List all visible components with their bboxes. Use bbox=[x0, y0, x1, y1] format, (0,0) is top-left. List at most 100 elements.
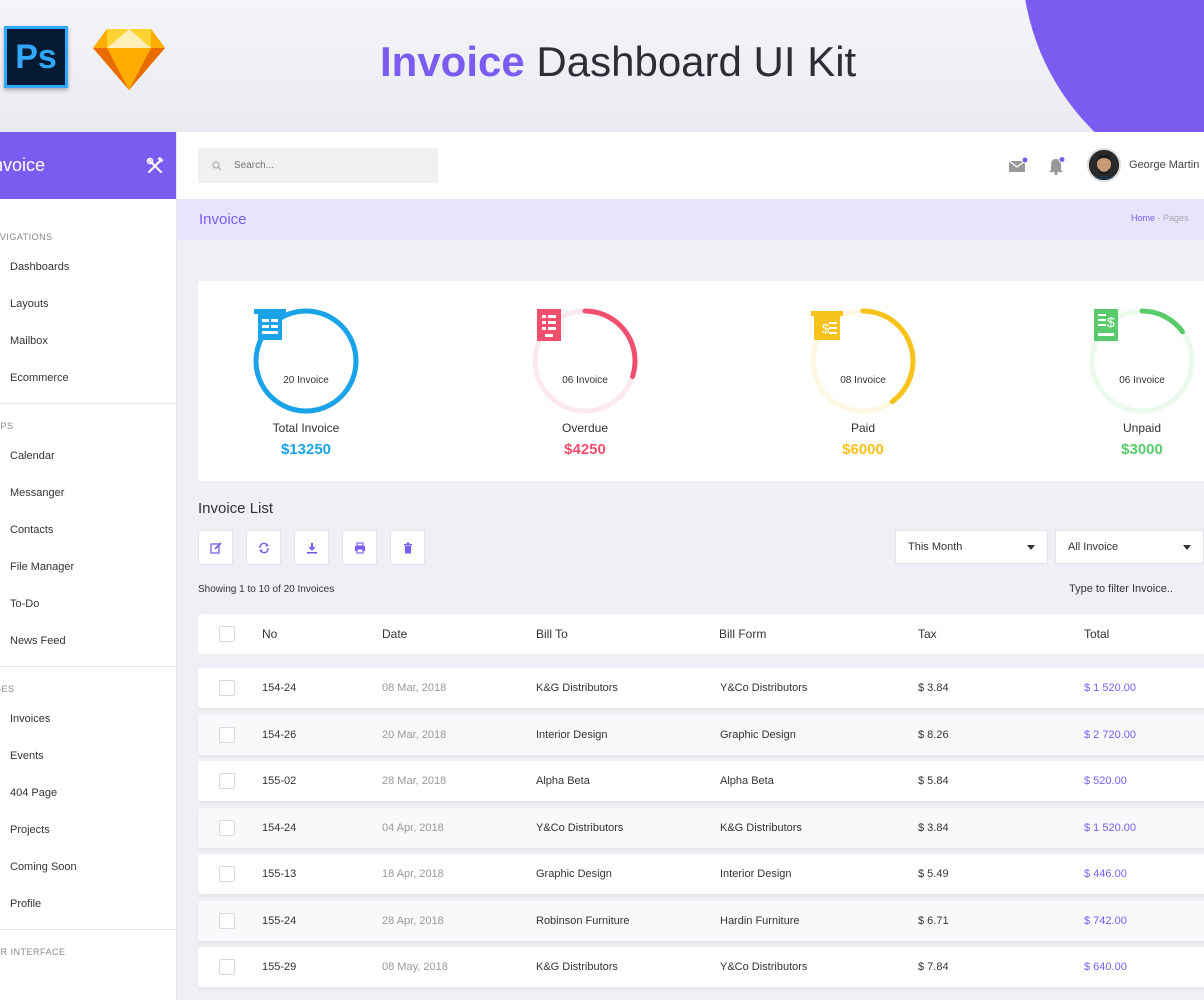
sidebar-item[interactable]: Layouts bbox=[0, 286, 176, 323]
sidebar-item[interactable]: Ecommerce bbox=[0, 360, 176, 397]
download-button[interactable] bbox=[294, 530, 329, 565]
cell-date: 04 Apr, 2018 bbox=[382, 821, 444, 834]
cell-bill-form: Alpha Beta bbox=[720, 775, 774, 787]
period-select[interactable]: This Month bbox=[895, 530, 1048, 564]
sidebar-item[interactable]: Projects bbox=[0, 812, 176, 849]
sidebar-item[interactable]: Coming Soon bbox=[0, 849, 176, 886]
banner-title-rest: Dashboard UI Kit bbox=[536, 38, 857, 85]
refresh-icon bbox=[258, 542, 269, 553]
page-header: Invoice Home - Pages bbox=[177, 199, 1204, 240]
sidebar-brand[interactable]: nvoice bbox=[0, 155, 45, 176]
cell-date: 20 Mar, 2018 bbox=[382, 728, 447, 741]
cell-bill-form: K&G Distributors bbox=[720, 821, 802, 834]
stat-paid: $08 Invoice Paid $6000 bbox=[783, 307, 943, 458]
table-row[interactable]: 155-29 08 May, 2018 K&G Distributors Y&Co D… bbox=[198, 947, 1204, 987]
cell-bill-to: Robinson Furniture bbox=[536, 914, 630, 927]
sidebar-item[interactable]: Calendar bbox=[0, 438, 176, 475]
progress-ring: 06 Invoice bbox=[531, 307, 639, 415]
bell-icon[interactable] bbox=[1047, 156, 1067, 176]
column-header-no[interactable]: No bbox=[262, 627, 277, 641]
sidebar-header: nvoice bbox=[0, 132, 176, 199]
document-icon bbox=[537, 309, 561, 341]
edit-button[interactable] bbox=[198, 530, 233, 565]
sidebar-item[interactable]: Events bbox=[0, 738, 176, 775]
column-header-bill-form[interactable]: Bill Form bbox=[719, 627, 766, 641]
row-checkbox[interactable] bbox=[219, 866, 235, 882]
row-checkbox[interactable] bbox=[219, 912, 235, 929]
sidebar-item[interactable]: Invoices bbox=[0, 701, 176, 738]
cell-total: $ 520.00 bbox=[1084, 775, 1127, 787]
photoshop-logo: Ps bbox=[4, 26, 68, 88]
table-header: No Date Bill To Bill Form Tax Total bbox=[198, 614, 1204, 654]
cell-bill-to: K&G Distributors bbox=[536, 682, 618, 694]
cell-total: $ 446.00 bbox=[1084, 868, 1127, 880]
table-row[interactable]: 154-24 04 Apr, 2018 Y&Co Distributors K&G D… bbox=[198, 807, 1204, 848]
table-row[interactable]: 154-26 20 Mar, 2018 Interior Design Graphic… bbox=[198, 714, 1204, 755]
table-row[interactable]: 155-13 18 Apr, 2018 Graphic Design Interior… bbox=[198, 854, 1204, 894]
sidebar-item[interactable]: Profile bbox=[0, 886, 176, 923]
svg-text:$: $ bbox=[822, 321, 830, 336]
sketch-logo bbox=[93, 29, 165, 90]
cell-bill-form: Interior Design bbox=[720, 868, 792, 880]
column-header-tax[interactable]: Tax bbox=[918, 627, 937, 641]
print-button[interactable] bbox=[342, 530, 377, 565]
stat-label: Unpaid bbox=[1122, 421, 1162, 435]
invoice-type-select[interactable]: All Invoice bbox=[1055, 530, 1204, 564]
row-checkbox[interactable] bbox=[219, 773, 235, 789]
cell-tax: $ 3.84 bbox=[918, 682, 949, 694]
banner-decoration bbox=[1022, 0, 1204, 132]
avatar[interactable] bbox=[1087, 148, 1121, 182]
table-row[interactable]: 154-24 08 Mar, 2018 K&G Distributors Y&Co D… bbox=[198, 668, 1204, 708]
row-checkbox[interactable] bbox=[219, 819, 235, 836]
cell-tax: $ 6.71 bbox=[918, 914, 949, 927]
column-header-bill-to[interactable]: Bill To bbox=[536, 627, 568, 641]
download-icon bbox=[306, 542, 317, 554]
cell-bill-to: Graphic Design bbox=[536, 868, 612, 880]
sidebar-item[interactable]: News Feed bbox=[0, 623, 176, 660]
cell-no: 154-24 bbox=[262, 821, 297, 834]
filter-input[interactable]: Type to filter Invoice.. bbox=[1069, 583, 1173, 595]
select-all-checkbox[interactable] bbox=[219, 626, 235, 642]
row-checkbox[interactable] bbox=[219, 959, 235, 975]
sidebar-item[interactable]: To-Do bbox=[0, 586, 176, 623]
stat-value: $6000 bbox=[842, 441, 884, 458]
user-name[interactable]: George Martin bbox=[1129, 159, 1199, 171]
column-header-date[interactable]: Date bbox=[382, 627, 407, 641]
cell-total: $ 2 720.00 bbox=[1084, 728, 1136, 741]
row-checkbox[interactable] bbox=[219, 680, 235, 696]
sidebar-item[interactable]: Contacts bbox=[0, 512, 176, 549]
stat-label: Total Invoice bbox=[272, 421, 340, 435]
row-checkbox[interactable] bbox=[219, 726, 235, 743]
refresh-button[interactable] bbox=[246, 530, 281, 565]
breadcrumb-separator: - bbox=[1157, 213, 1161, 223]
table-row[interactable]: 155-02 28 Mar, 2018 Alpha Beta Alpha Beta $ … bbox=[198, 761, 1204, 801]
sidebar-item[interactable]: Messanger bbox=[0, 475, 176, 512]
cell-no: 154-24 bbox=[262, 682, 297, 694]
sidebar-section-title: AVIGATIONS bbox=[0, 232, 53, 242]
mail-icon[interactable] bbox=[1008, 156, 1028, 176]
table-row[interactable]: 155-24 28 Apr, 2018 Robinson Furniture Hard… bbox=[198, 900, 1204, 941]
receipt-icon bbox=[254, 309, 286, 340]
column-header-total[interactable]: Total bbox=[1084, 627, 1109, 641]
search-box[interactable] bbox=[198, 148, 438, 183]
delete-button[interactable] bbox=[390, 530, 425, 565]
cell-tax: $ 3.84 bbox=[918, 821, 949, 834]
sidebar-item[interactable]: Mailbox bbox=[0, 323, 176, 360]
showing-count: Showing 1 to 10 of 20 Invoices bbox=[198, 584, 335, 595]
cell-bill-to: Y&Co Distributors bbox=[536, 821, 624, 834]
sidebar-item[interactable]: 404 Page bbox=[0, 775, 176, 812]
tools-icon[interactable] bbox=[146, 156, 164, 175]
cell-bill-form: Hardin Furniture bbox=[720, 914, 800, 927]
dollar-document-icon: $ bbox=[1094, 309, 1118, 341]
stat-value: $13250 bbox=[280, 441, 332, 458]
sidebar-item[interactable]: Dashboards bbox=[0, 249, 176, 286]
cell-date: 28 Apr, 2018 bbox=[382, 914, 444, 927]
stat-value: $4250 bbox=[564, 441, 606, 458]
search-input[interactable] bbox=[234, 160, 414, 171]
print-icon bbox=[354, 541, 365, 554]
sidebar-item[interactable]: File Manager bbox=[0, 549, 176, 586]
breadcrumb: Home - Pages bbox=[1131, 213, 1189, 223]
sidebar-section: AVIGATIONS DashboardsLayoutsMailboxEcomme… bbox=[0, 199, 176, 404]
stat-count: 20 Invoice bbox=[283, 375, 329, 386]
breadcrumb-home[interactable]: Home bbox=[1131, 213, 1155, 223]
